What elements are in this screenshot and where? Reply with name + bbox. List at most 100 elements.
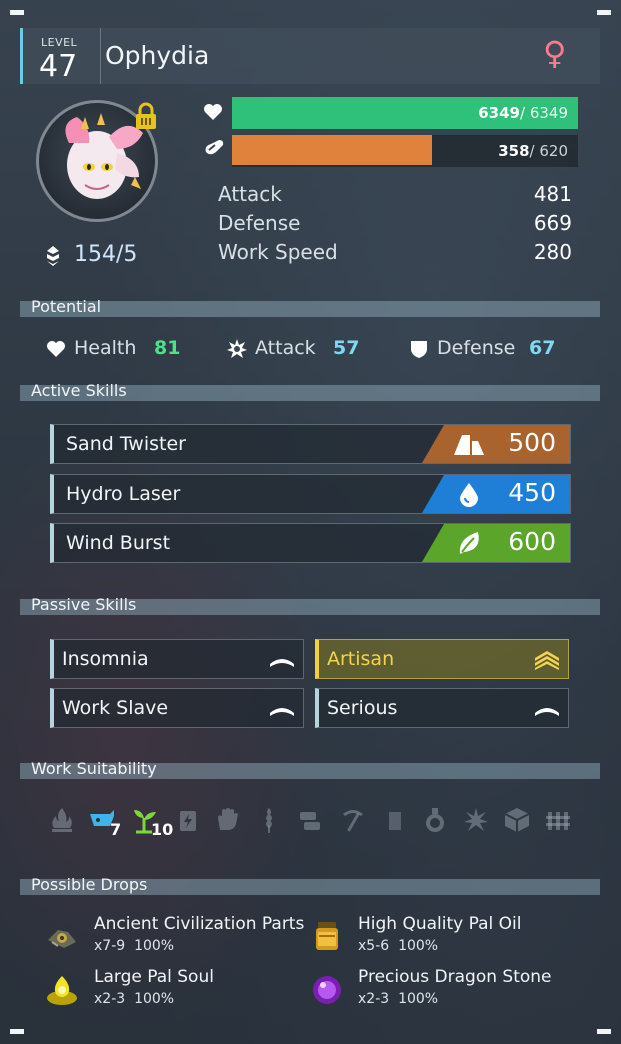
section-title: Potential: [31, 297, 102, 316]
level-label: LEVEL: [41, 36, 78, 49]
gathering-icon: [266, 808, 272, 833]
skill-power: 500: [508, 428, 556, 457]
passive-name: Work Slave: [62, 697, 169, 719]
section-title: Possible Drops: [31, 875, 148, 894]
section-passive-skills: Passive Skills: [20, 595, 600, 615]
section-work-suitability: Work Suitability: [20, 759, 600, 779]
female-gender-icon: ♀: [543, 34, 567, 72]
pal-header: LEVEL 47 Ophydia ♀: [20, 28, 600, 84]
stat-label: Work Speed: [218, 240, 338, 264]
skill-name: Hydro Laser: [66, 483, 181, 505]
potential-defense: Defense 67: [409, 337, 569, 361]
section-potential: Potential: [20, 297, 600, 317]
skill-name: Sand Twister: [66, 433, 186, 455]
level-box: LEVEL 47: [23, 28, 101, 84]
lock-icon[interactable]: [133, 102, 159, 130]
drop-meta: x2-3 100%: [94, 991, 174, 1007]
oil-extraction-icon: [389, 812, 401, 830]
section-active-skills: Active Skills: [20, 381, 600, 401]
drop-qty: x7-9: [94, 938, 126, 954]
potential-label: Defense: [437, 337, 516, 359]
drop-chance: 100%: [134, 938, 175, 954]
dragon-stone-icon: [313, 976, 341, 1004]
stat-defense: Defense 669: [218, 211, 572, 239]
planting-level: 10: [151, 820, 174, 839]
corner-mark: [597, 1029, 611, 1034]
drop-name: Ancient Civilization Parts: [94, 914, 305, 934]
skill-element-ground: 500: [422, 425, 570, 463]
stat-label: Attack: [218, 182, 282, 206]
heart-icon: [47, 341, 65, 357]
skill-power: 450: [508, 478, 556, 507]
transporting-icon: [504, 808, 530, 832]
potential-value: 81: [154, 337, 181, 359]
rank-chevron-icon: [270, 659, 294, 667]
passive-skill-serious[interactable]: Serious: [315, 688, 569, 728]
passive-name: Serious: [327, 697, 398, 719]
satiety-bar-text: 358/ 620: [498, 142, 568, 160]
satiety-current: 358: [498, 142, 530, 160]
kindling-icon: [52, 808, 72, 832]
passive-name: Artisan: [327, 648, 395, 670]
health-current: 6349: [478, 104, 520, 122]
drop-name: High Quality Pal Oil: [358, 914, 522, 934]
corner-mark: [10, 1029, 24, 1034]
grass-element-icon: [459, 532, 479, 554]
rank-chevron-icon: [535, 708, 559, 716]
skill-power: 600: [508, 527, 556, 556]
skill-name: Wind Burst: [66, 532, 171, 554]
health-bar-text: 6349/ 6349: [478, 104, 568, 122]
drop-meta: x2-3 100%: [358, 991, 438, 1007]
passive-skill-insomnia[interactable]: Insomnia: [50, 639, 304, 679]
health-heart-icon: [204, 104, 222, 120]
pal-name: Ophydia: [105, 41, 210, 70]
section-possible-drops: Possible Drops: [20, 875, 600, 895]
health-max: / 6349: [520, 104, 568, 122]
rank-chevron-icon: [270, 708, 294, 716]
passive-skill-artisan[interactable]: Artisan: [315, 639, 569, 679]
satiety-bar-fill: [232, 135, 432, 165]
medicine-production-icon: [426, 808, 444, 832]
generating-electricity-icon: [180, 811, 196, 831]
food-satiety-icon: [205, 140, 224, 155]
drop-chance: 100%: [398, 938, 439, 954]
farming-icon: [546, 812, 570, 830]
drop-name: Large Pal Soul: [94, 967, 214, 987]
satiety-max: / 620: [529, 142, 568, 160]
drop-name: Precious Dragon Stone: [358, 967, 552, 987]
potential-value: 57: [333, 337, 360, 359]
potential-health: Health 81: [46, 337, 196, 361]
ancient-parts-icon: [48, 930, 76, 948]
handiwork-icon: [218, 808, 238, 830]
stat-value: 280: [533, 240, 572, 264]
active-skill-wind-burst[interactable]: Wind Burst 600: [50, 523, 571, 563]
corner-mark: [597, 10, 611, 15]
drop-chance: 100%: [398, 991, 439, 1007]
section-title: Active Skills: [31, 381, 127, 400]
section-title: Work Suitability: [31, 759, 157, 778]
pal-soul-icon: [47, 976, 77, 1005]
rank-condenser-icon: [47, 246, 59, 266]
triple-rank-chevron-icon: [535, 651, 559, 670]
passive-name: Insomnia: [62, 648, 149, 670]
level-value: 47: [39, 49, 78, 84]
corner-mark: [10, 10, 24, 15]
ground-element-icon: [454, 435, 484, 455]
cooling-icon: [464, 808, 488, 831]
satiety-bar: 358/ 620: [232, 135, 578, 167]
potential-attack: Attack 57: [227, 337, 377, 361]
rank-value: 154/5: [74, 242, 138, 267]
stat-work-speed: Work Speed 280: [218, 240, 572, 268]
potential-value: 67: [529, 337, 556, 359]
potential-label: Health: [74, 337, 137, 359]
stat-value: 481: [533, 182, 572, 206]
watering-level: 7: [110, 820, 122, 839]
passive-skill-work-slave[interactable]: Work Slave: [50, 688, 304, 728]
drop-chance: 100%: [134, 991, 175, 1007]
drop-qty: x5-6: [358, 938, 390, 954]
health-bar: 6349/ 6349: [232, 97, 578, 129]
shield-icon: [411, 341, 427, 358]
active-skill-sand-twister[interactable]: Sand Twister 500: [50, 424, 571, 464]
active-skill-hydro-laser[interactable]: Hydro Laser 450: [50, 474, 571, 514]
stat-value: 669: [533, 211, 572, 235]
